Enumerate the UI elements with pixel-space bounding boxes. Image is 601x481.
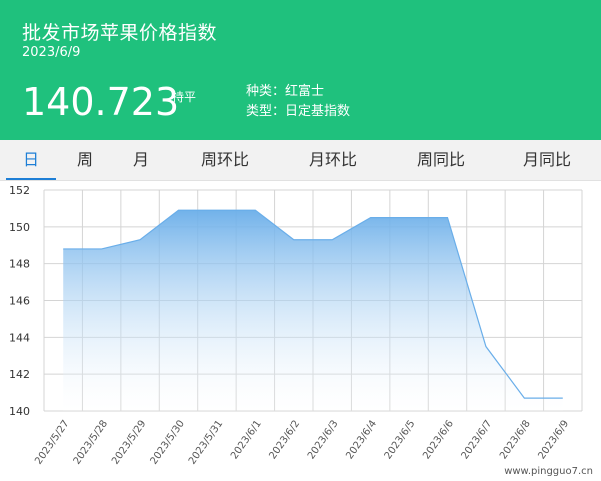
x-tick-label: 2023/6/1 xyxy=(229,418,264,461)
header-panel: 批发市场苹果价格指数 2023/6/9 140.723 持平 种类：红富士 类型… xyxy=(0,0,601,140)
x-tick-label: 2023/6/8 xyxy=(498,418,533,461)
y-tick-label: 150 xyxy=(9,221,30,234)
x-tick-label: 2023/6/9 xyxy=(536,418,571,461)
x-tick-label: 2023/6/2 xyxy=(267,418,302,461)
watermark: www.pingguo7.cn xyxy=(504,466,593,477)
x-tick-label: 2023/5/28 xyxy=(72,418,110,466)
x-tick-label: 2023/6/5 xyxy=(383,418,418,461)
trend-label: 持平 xyxy=(172,90,197,104)
index-type-label: 类型：日定基指数 xyxy=(246,104,351,119)
x-tick-label: 2023/6/4 xyxy=(344,418,379,461)
page-title: 批发市场苹果价格指数 xyxy=(22,22,218,44)
period-tabs: 日 周 月 周环比 月环比 周同比 月同比 xyxy=(0,140,601,181)
tab-week-yoy[interactable]: 周同比 xyxy=(396,140,486,180)
price-index-value: 140.723 xyxy=(22,80,180,124)
x-tick-label: 2023/5/31 xyxy=(187,418,225,466)
variety-label: 种类：红富士 xyxy=(246,84,325,99)
x-tick-label: 2023/6/7 xyxy=(460,418,495,461)
y-tick-label: 152 xyxy=(9,184,30,197)
tab-week[interactable]: 周 xyxy=(60,140,110,180)
y-tick-label: 140 xyxy=(9,405,30,418)
tab-month[interactable]: 月 xyxy=(116,140,166,180)
tab-month-yoy[interactable]: 月同比 xyxy=(502,140,592,180)
x-tick-label: 2023/5/27 xyxy=(33,418,71,466)
x-tick-label: 2023/5/30 xyxy=(149,418,187,466)
x-tick-label: 2023/6/3 xyxy=(306,418,341,461)
y-tick-label: 144 xyxy=(9,331,30,344)
tab-day[interactable]: 日 xyxy=(6,140,56,180)
x-tick-label: 2023/6/6 xyxy=(421,418,456,461)
y-tick-label: 142 xyxy=(9,368,30,381)
tab-week-ratio[interactable]: 周环比 xyxy=(180,140,270,180)
current-date: 2023/6/9 xyxy=(22,45,81,60)
price-area-chart: 1401421441461481501522023/5/27 2023/5/28 2… xyxy=(9,184,583,467)
tab-month-ratio[interactable]: 月环比 xyxy=(288,140,378,180)
y-tick-label: 148 xyxy=(9,258,30,271)
y-tick-label: 146 xyxy=(9,295,30,308)
x-tick-label: 2023/5/29 xyxy=(110,418,148,466)
